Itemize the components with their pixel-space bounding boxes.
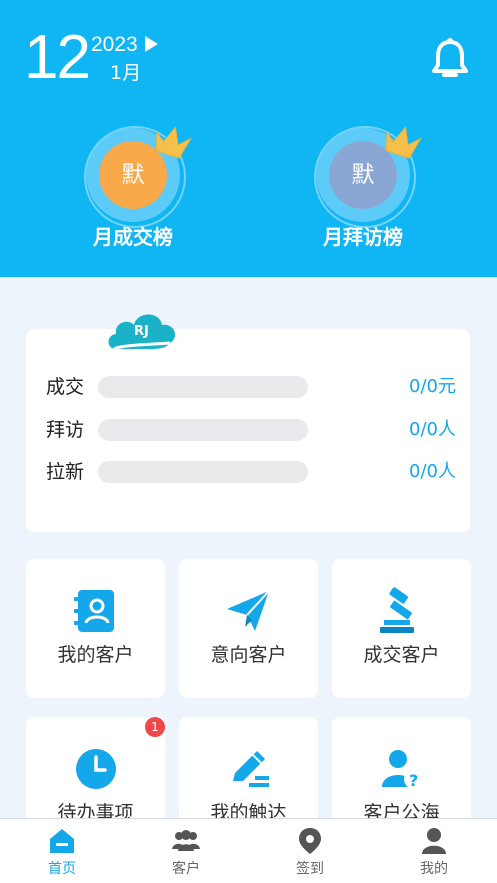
stat-name: 成交 [46,376,85,398]
stat-value: 0/0人 [409,461,456,482]
tile-label: 成交客户 [363,644,440,666]
tile-label: 意向客户 [210,644,287,666]
stat-name: 拉新 [46,461,85,483]
crown-icon [155,126,192,159]
tile-intent-customers[interactable]: 意向客户 [179,559,318,698]
progress-bar [98,376,308,398]
rank-label: 月拜访榜 [323,225,403,249]
monthly-visit-rank[interactable]: 默 月拜访榜 [283,126,443,258]
tab-home[interactable]: 首页 [0,819,124,883]
stat-row-visit: 拜访 0/0人 [46,415,456,445]
top-header: 12 2023 1月 默 月成交榜 默 月拜访榜 [0,0,497,277]
tab-label: 客户 [172,861,200,877]
gavel-icon [380,587,414,633]
stat-row-deal: 成交 0/0元 [46,372,456,402]
date-day[interactable]: 12 [24,24,91,92]
tab-label: 签到 [296,861,324,877]
bottom-tab-bar: 首页 客户 签到 我的 [0,818,497,883]
todo-count-badge: 1 [145,717,165,737]
paper-plane-icon [227,590,270,631]
cloud-logo-icon: RJ [108,314,176,351]
date-year[interactable]: 2023 [91,33,138,57]
tile-label: 我的客户 [57,644,134,666]
bell-icon[interactable] [430,38,470,80]
play-triangle-icon[interactable] [145,36,158,52]
date-month[interactable]: 1月 [110,61,141,85]
tab-mine[interactable]: 我的 [372,819,496,883]
tile-my-customers[interactable]: 我的客户 [26,559,165,698]
user-question-icon: ? [382,750,424,790]
stat-row-new: 拉新 0/0人 [46,457,456,487]
users-icon [172,830,200,851]
monthly-deal-rank[interactable]: 默 月成交榜 [53,126,213,258]
pen-write-icon [233,751,269,787]
svg-text:RJ: RJ [134,324,149,339]
stats-card: 成交 0/0元 拜访 0/0人 拉新 0/0人 [26,329,470,532]
tab-label: 首页 [48,861,76,877]
home-icon [50,829,74,853]
rank-label: 月成交榜 [93,225,173,249]
stat-name: 拜访 [46,419,85,441]
crown-icon [385,126,422,159]
person-icon [422,828,446,854]
tile-deal-customers[interactable]: 成交客户 [332,559,471,698]
svg-text:?: ? [409,771,418,790]
progress-bar [98,419,308,441]
progress-bar [98,461,308,483]
tab-customers[interactable]: 客户 [124,819,248,883]
tab-label: 我的 [420,861,448,877]
contact-book-icon [74,590,114,632]
clock-icon [76,749,116,789]
tab-checkin[interactable]: 签到 [248,819,372,883]
location-pin-icon [299,828,321,854]
stat-value: 0/0元 [409,376,456,397]
stat-value: 0/0人 [409,419,456,440]
